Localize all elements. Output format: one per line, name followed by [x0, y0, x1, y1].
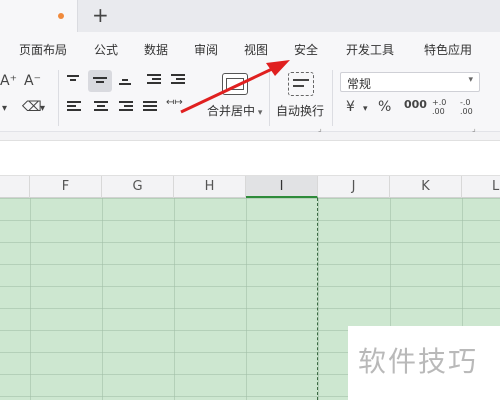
arrow-head — [266, 60, 290, 76]
column-header-g[interactable]: G — [102, 176, 174, 198]
watermark-text: 软件技巧 — [358, 345, 479, 378]
copy-marquee-border — [317, 198, 318, 400]
column-header-f[interactable]: F — [30, 176, 102, 198]
spreadsheet-window: + 页面布局 公式 数据 审阅 视图 安全 开发工具 特色应用 A⁺ A⁻ ▾ … — [0, 0, 500, 400]
column-header-h[interactable]: H — [174, 176, 246, 198]
column-header-j[interactable]: J — [318, 176, 390, 198]
watermark: 软件技巧 — [348, 326, 500, 400]
arrow-shaft — [180, 67, 273, 114]
column-header-partial[interactable] — [0, 176, 30, 198]
column-header-l[interactable]: L — [462, 176, 500, 198]
formula-bar[interactable] — [0, 140, 500, 176]
column-header-i[interactable]: I — [246, 176, 318, 198]
column-header-row: F G H I J K L — [0, 176, 500, 198]
column-header-k[interactable]: K — [390, 176, 462, 198]
